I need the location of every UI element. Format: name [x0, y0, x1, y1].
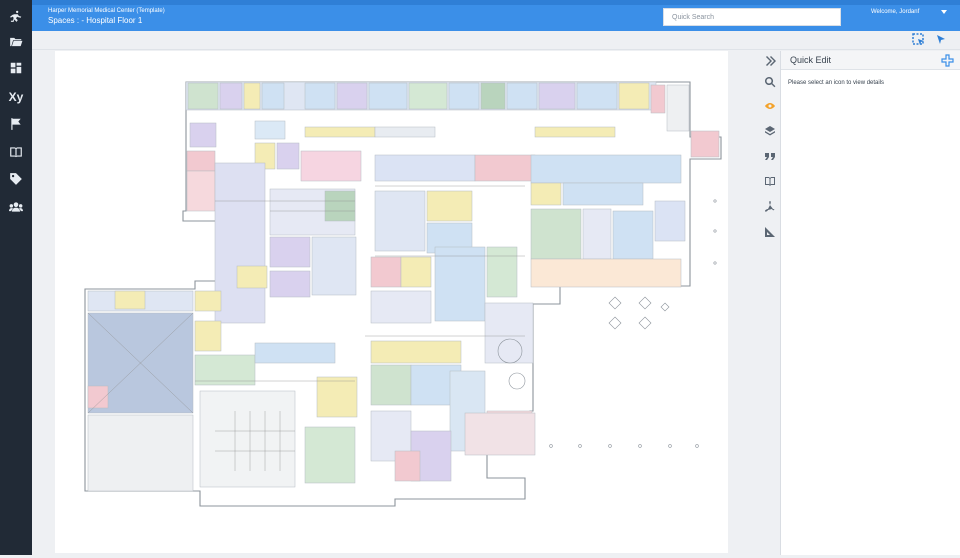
page-title: Spaces : - Hospital Floor 1: [48, 16, 143, 25]
welcome-text: Welcome, Jordanf: [871, 9, 920, 15]
flag-icon[interactable]: [0, 113, 32, 135]
select-area-icon[interactable]: [912, 33, 926, 47]
folder-icon[interactable]: [0, 31, 32, 53]
user-menu-chevron-down-icon[interactable]: [941, 10, 947, 14]
layers-icon[interactable]: [763, 124, 777, 138]
tag-icon[interactable]: [0, 168, 32, 190]
acrobat-icon[interactable]: [763, 199, 777, 213]
floor-plan-map[interactable]: [55, 51, 728, 553]
measure-icon[interactable]: [763, 225, 777, 239]
xy-icon[interactable]: Xy: [0, 86, 32, 108]
floor-plan-canvas[interactable]: [55, 51, 728, 553]
quick-edit-title: Quick Edit: [790, 55, 832, 65]
quick-search-input[interactable]: Quick Search: [663, 8, 841, 26]
eye-icon[interactable]: [763, 99, 777, 113]
left-sidebar: Xy: [0, 0, 32, 555]
dashboard-icon[interactable]: [0, 57, 32, 79]
book-icon[interactable]: [763, 174, 777, 188]
site-name: Harper Memorial Medical Center (Template…: [48, 8, 165, 14]
collapse-icon[interactable]: [763, 54, 777, 68]
quote-icon[interactable]: [763, 149, 777, 163]
pointer-icon[interactable]: [934, 33, 948, 47]
app-logo-icon[interactable]: [0, 5, 32, 27]
quick-edit-header: Quick Edit: [781, 51, 960, 70]
add-icon[interactable]: [941, 54, 954, 67]
map-tools: [760, 51, 780, 555]
xy-label: Xy: [8, 90, 24, 104]
book-icon[interactable]: [0, 141, 32, 163]
quick-edit-panel: Quick Edit Please select an icon to view…: [780, 51, 960, 555]
top-header: Harper Memorial Medical Center (Template…: [32, 0, 960, 31]
search-icon[interactable]: [763, 75, 777, 89]
quick-edit-message: Please select an icon to view details: [788, 80, 885, 86]
canvas-toolbar: [32, 31, 960, 50]
users-icon[interactable]: [0, 196, 32, 218]
